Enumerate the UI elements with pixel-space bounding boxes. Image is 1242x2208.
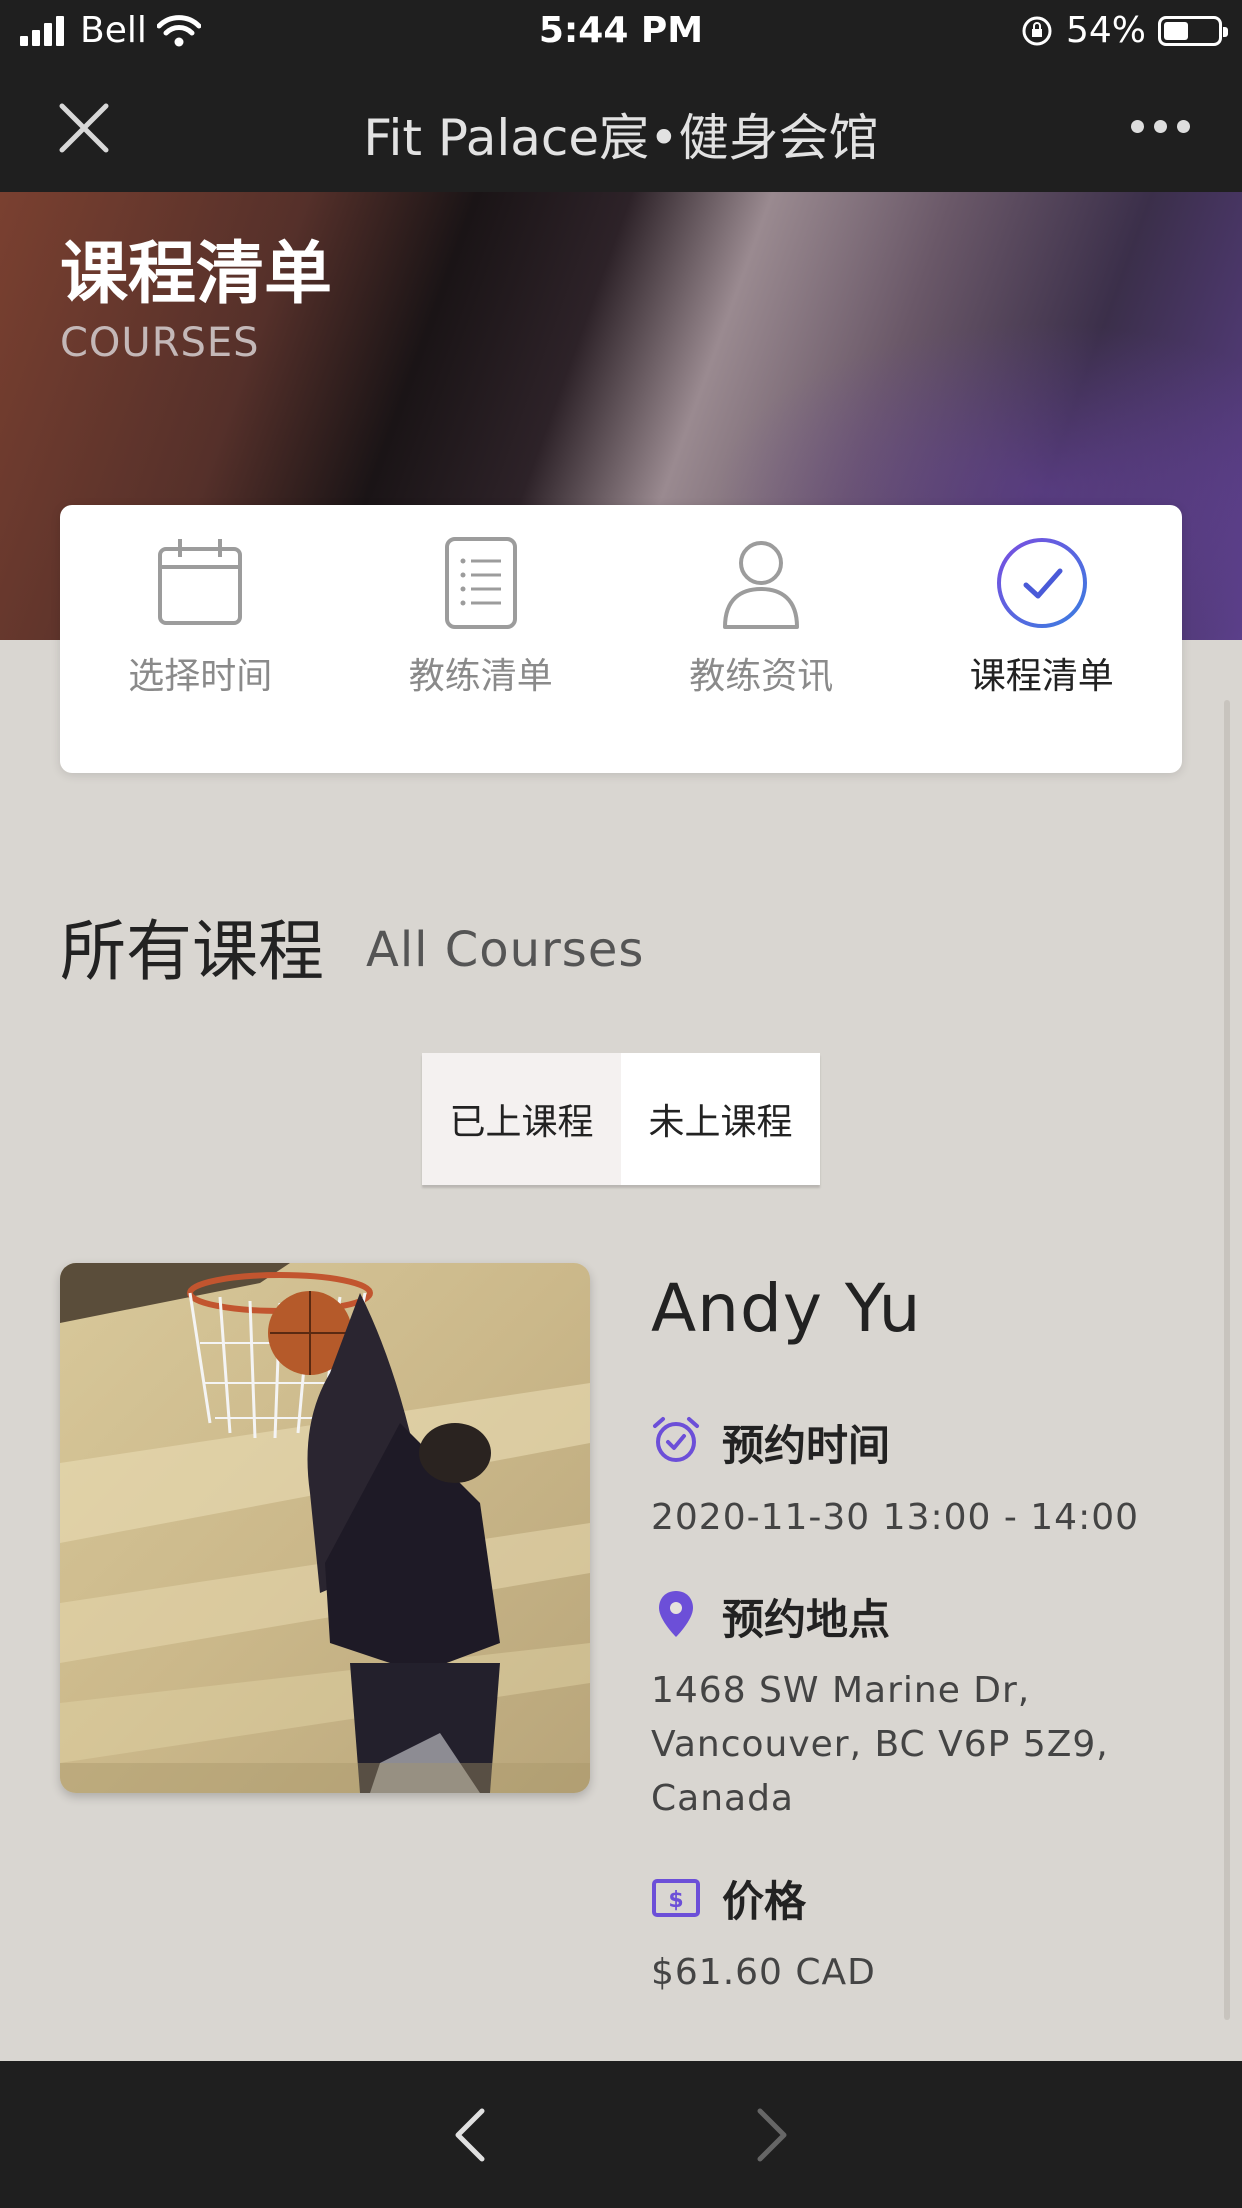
svg-text:$: $ bbox=[668, 1888, 683, 1913]
step-label: 教练资讯 bbox=[689, 656, 834, 697]
status-bar: Bell 5:44 PM 54% bbox=[0, 0, 1242, 64]
scrollbar[interactable] bbox=[1224, 700, 1230, 2020]
calendar-icon bbox=[158, 539, 243, 625]
course-filter-toggle: 已上课程 未上课程 bbox=[422, 1053, 820, 1185]
course-photo[interactable] bbox=[60, 1263, 590, 1793]
alarm-clock-icon bbox=[653, 1417, 699, 1462]
time-label: 预约时间 bbox=[722, 1421, 891, 1470]
page-title: Fit Palace宸•健身会馆 bbox=[363, 109, 879, 167]
check-circle-icon bbox=[996, 538, 1087, 628]
section-subtitle: All Courses bbox=[366, 922, 645, 978]
time-value: 2020-11-30 13:00 - 14:00 bbox=[651, 1497, 1140, 1538]
step-label: 选择时间 bbox=[128, 656, 273, 697]
section-title: 所有课程 bbox=[60, 913, 324, 990]
more-icon[interactable] bbox=[1131, 120, 1190, 133]
status-right: 54% bbox=[1020, 10, 1228, 51]
forward-arrow-icon[interactable] bbox=[752, 2107, 792, 2163]
location-line-2: Vancouver, BC V6P 5Z9, bbox=[651, 1724, 1109, 1765]
user-icon bbox=[723, 541, 800, 629]
orientation-lock-icon bbox=[1022, 16, 1052, 45]
battery-icon bbox=[1158, 15, 1228, 46]
step-label: 课程清单 bbox=[969, 656, 1114, 697]
booking-steps: 选择时间 教练清单 教练资讯 课程清单 bbox=[60, 505, 1182, 773]
location-line-1: 1468 SW Marine Dr, bbox=[651, 1670, 1031, 1711]
back-arrow-icon[interactable] bbox=[450, 2107, 490, 2163]
hero-subtitle: COURSES bbox=[60, 320, 260, 366]
battery-percent: 54% bbox=[1065, 10, 1146, 51]
list-document-icon bbox=[444, 537, 517, 629]
step-label: 教练清单 bbox=[408, 656, 553, 697]
coach-name: Andy Yu bbox=[651, 1270, 922, 1347]
basketball-dunk-image bbox=[60, 1263, 590, 1793]
step-coach-list[interactable]: 教练清单 bbox=[341, 505, 622, 773]
location-pin-icon bbox=[659, 1591, 693, 1637]
price-label: 价格 bbox=[722, 1877, 807, 1926]
past-courses-tab[interactable]: 已上课程 bbox=[422, 1053, 621, 1185]
location-label: 预约地点 bbox=[722, 1595, 891, 1644]
nav-bar: Fit Palace宸•健身会馆 bbox=[0, 64, 1242, 192]
upcoming-courses-tab[interactable]: 未上课程 bbox=[621, 1053, 820, 1185]
step-select-time[interactable]: 选择时间 bbox=[60, 505, 341, 773]
price-value: $61.60 CAD bbox=[651, 1952, 876, 1993]
hero-title: 课程清单 bbox=[60, 235, 333, 314]
price-tag-icon: $ bbox=[652, 1879, 700, 1917]
location-line-3: Canada bbox=[651, 1778, 794, 1819]
step-course-list[interactable]: 课程清单 bbox=[902, 505, 1183, 773]
step-coach-info[interactable]: 教练资讯 bbox=[621, 505, 902, 773]
bottom-toolbar bbox=[0, 2061, 1242, 2208]
